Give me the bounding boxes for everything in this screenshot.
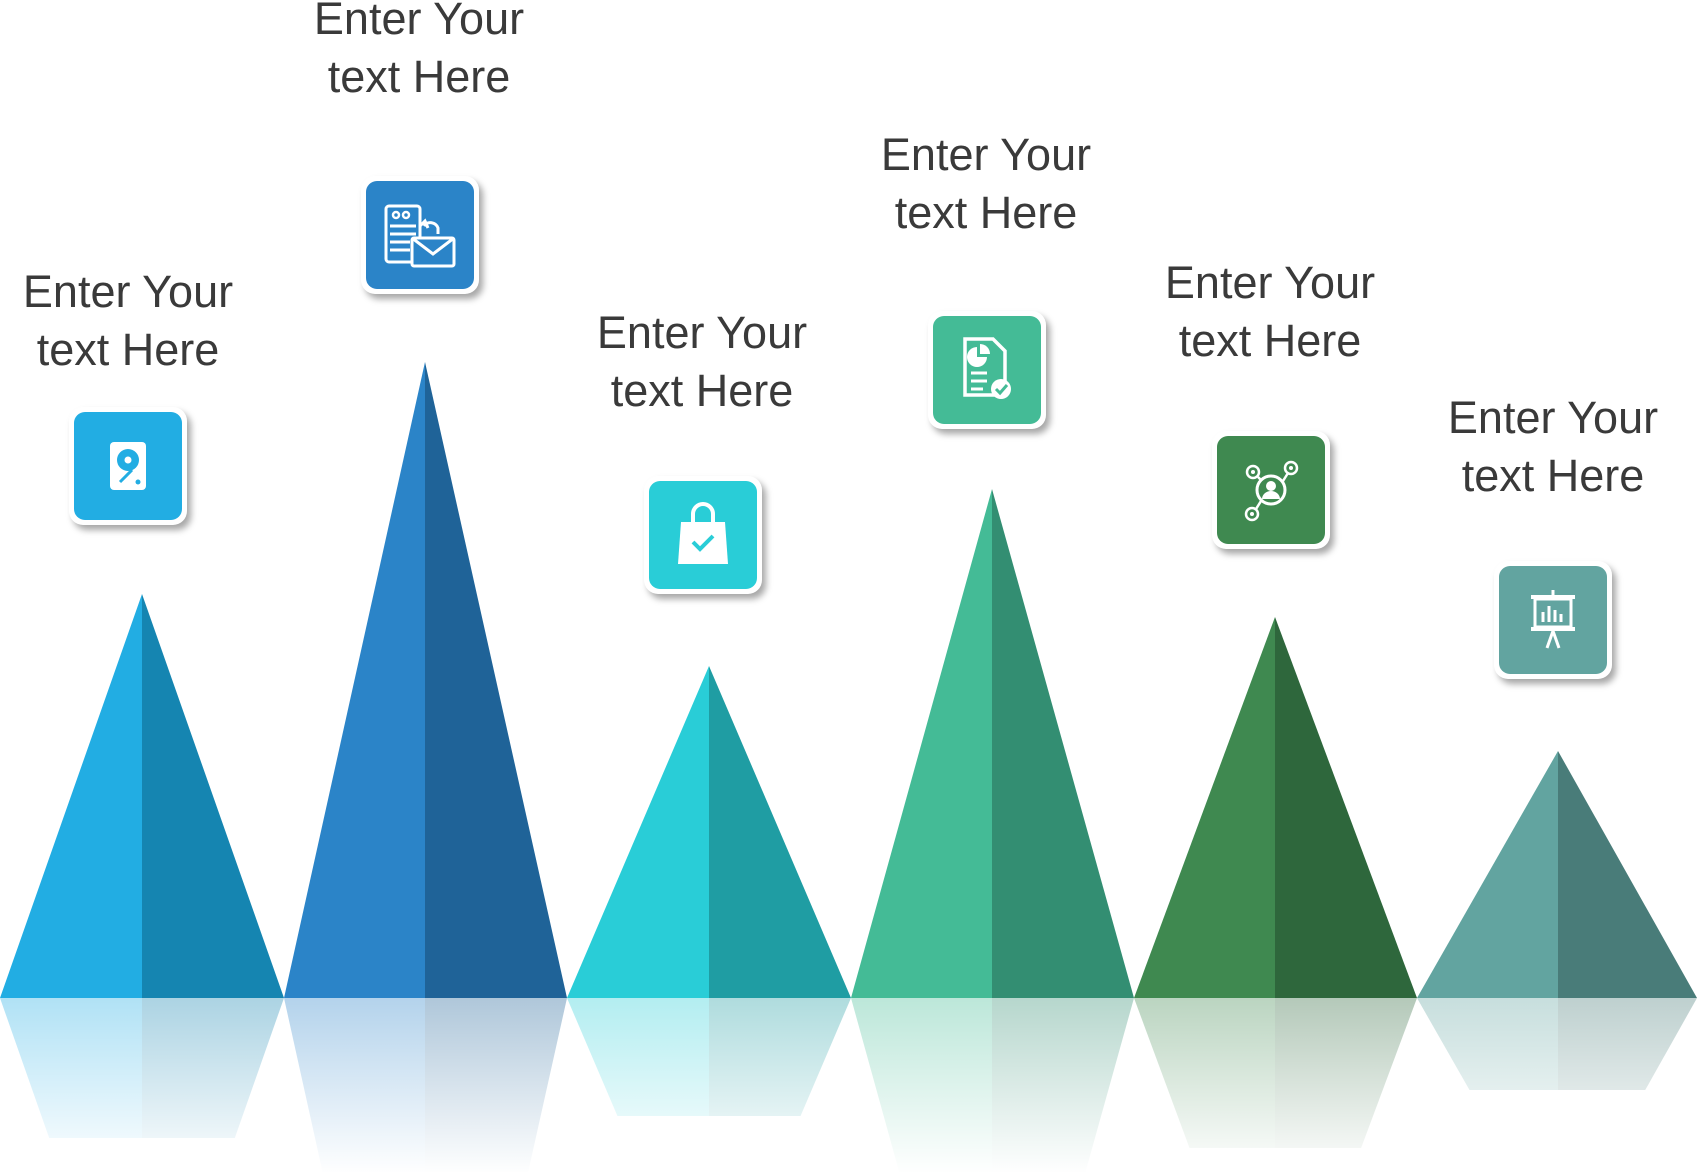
item-5-icon-card bbox=[1212, 431, 1330, 549]
item-2-label-line2: text Here bbox=[327, 51, 511, 102]
report-document-icon bbox=[963, 337, 1011, 399]
item-2-label-line1: Enter Your bbox=[313, 0, 525, 44]
item-2-label: Enter Your text Here bbox=[279, 0, 559, 106]
triangle-4-left-face bbox=[851, 489, 992, 998]
triangle-4-right-face bbox=[992, 489, 1134, 998]
item-4-label: Enter Your text Here bbox=[846, 126, 1126, 242]
reflection-fade bbox=[0, 998, 1697, 1174]
triangle-2-left-face bbox=[284, 362, 425, 998]
item-4-icon-card bbox=[928, 311, 1046, 429]
item-6-icon-card bbox=[1494, 561, 1612, 679]
item-3-label: Enter Your text Here bbox=[562, 304, 842, 420]
triangle-3-left-face bbox=[567, 666, 709, 998]
item-4-label-line2: text Here bbox=[894, 187, 1078, 238]
item-4-label-line1: Enter Your bbox=[880, 129, 1092, 180]
item-1-label: Enter Your text Here bbox=[0, 263, 268, 379]
item-2-icon-card bbox=[361, 176, 479, 294]
triangle-2-right-face bbox=[425, 362, 567, 998]
item-6-label-line1: Enter Your bbox=[1447, 392, 1659, 443]
social-network-icon bbox=[1244, 460, 1299, 522]
triangle-5-right-face bbox=[1275, 617, 1417, 998]
triangle-6-right-face bbox=[1558, 751, 1697, 998]
item-6-label-line2: text Here bbox=[1461, 450, 1645, 501]
item-6-label: Enter Your text Here bbox=[1413, 389, 1693, 505]
item-5-label-line2: text Here bbox=[1178, 315, 1362, 366]
item-1-label-line2: text Here bbox=[36, 324, 220, 375]
triangle-1-right-face bbox=[142, 594, 284, 998]
presentation-board-icon bbox=[1531, 590, 1575, 649]
server-mail-icon bbox=[384, 204, 456, 268]
item-1-label-line1: Enter Your bbox=[22, 266, 234, 317]
hard-drive-icon bbox=[110, 442, 146, 490]
triangle-3-right-face bbox=[709, 666, 851, 998]
item-5-label-line1: Enter Your bbox=[1164, 257, 1376, 308]
shopping-bag-check-icon bbox=[678, 502, 728, 564]
triangle-5-left-face bbox=[1134, 617, 1275, 998]
item-3-label-line1: Enter Your bbox=[596, 307, 808, 358]
triangle-6-left-face bbox=[1417, 751, 1558, 998]
triangle-1-left-face bbox=[0, 594, 142, 998]
item-1-icon-card bbox=[69, 407, 187, 525]
item-3-label-line2: text Here bbox=[610, 365, 794, 416]
item-3-icon-card bbox=[644, 476, 762, 594]
item-5-label: Enter Your text Here bbox=[1130, 254, 1410, 370]
